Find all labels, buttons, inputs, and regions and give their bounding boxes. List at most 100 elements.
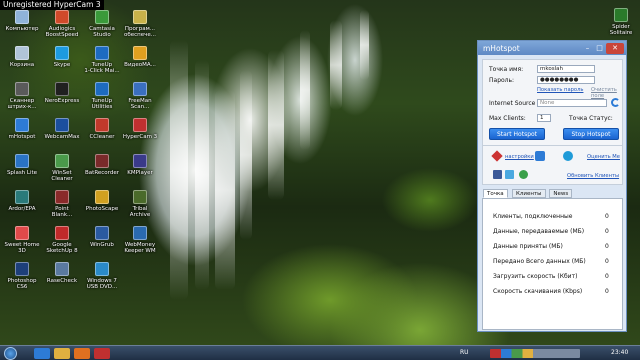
- explorer-icon[interactable]: [54, 348, 70, 359]
- desktop-app-icon: [95, 226, 109, 240]
- tab-news[interactable]: News: [549, 189, 573, 198]
- desktop-app-icon: [55, 82, 69, 96]
- desktop-app-icon: [95, 262, 109, 276]
- desktop-app-icon: [15, 190, 29, 204]
- desktop-icon-label: CCleaner: [89, 134, 115, 140]
- stat-value: 0: [605, 288, 609, 295]
- update-clients-link[interactable]: Обновить Клиенты: [567, 173, 619, 179]
- links-panel: настройки Оценить Ме Обновить Клиенты: [482, 145, 623, 185]
- desktop-app-icon: [15, 262, 29, 276]
- desktop-app-icon: [95, 82, 109, 96]
- clear-field-link[interactable]: Очистить поле: [591, 87, 622, 99]
- tab-clients[interactable]: Клиенты: [512, 189, 546, 198]
- desktop-icon[interactable]: Skype: [40, 46, 84, 82]
- desktop-icon-label: Ardor/EPA: [8, 206, 36, 212]
- desktop-app-icon: [15, 154, 29, 168]
- desktop-icon[interactable]: Audiogics BoostSpeed: [40, 10, 84, 46]
- language-indicator[interactable]: RU: [460, 349, 469, 356]
- desktop-icon[interactable]: HyperCam 3: [118, 118, 162, 154]
- desktop-icon[interactable]: Point Blank...: [40, 190, 84, 226]
- desktop-app-icon: [95, 118, 109, 132]
- desktop-icon[interactable]: Компьютер: [0, 10, 44, 46]
- desktop-icon[interactable]: KMPlayer: [118, 154, 162, 190]
- desktop-icon-spider-solitaire[interactable]: Spider Solitaire: [604, 8, 638, 44]
- desktop-icon-label: WebMoney Keeper WM: [124, 242, 156, 254]
- desktop-icon[interactable]: NeroExpress: [40, 82, 84, 118]
- start-button[interactable]: [4, 347, 17, 360]
- desktop-app-icon: [55, 118, 69, 132]
- window-title: mHotspot: [483, 43, 520, 53]
- ie-icon[interactable]: [34, 348, 50, 359]
- desktop-icon-label: Компьютер: [5, 26, 39, 32]
- desktop-app-icon: [95, 154, 109, 168]
- desktop-icon-label: NeroExpress: [44, 98, 80, 104]
- desktop-icon-label: TuneUp Utilities: [91, 98, 113, 110]
- desktop-icon-label: Photoshop CS6: [7, 278, 37, 290]
- desktop-icon[interactable]: Ardor/EPA: [0, 190, 44, 226]
- desktop-app-icon: [15, 226, 29, 240]
- desktop-icon[interactable]: Програм... обеспече...: [118, 10, 162, 46]
- max-clients-stepper[interactable]: 1: [537, 114, 551, 122]
- minimize-button[interactable]: –: [582, 43, 593, 53]
- maximize-button[interactable]: □: [594, 43, 605, 53]
- desktop-icon[interactable]: Корзина: [0, 46, 44, 82]
- stat-value: 0: [605, 228, 609, 235]
- desktop-icon-label: PhotoScape: [85, 206, 119, 212]
- close-button[interactable]: ✕: [606, 42, 624, 54]
- desktop-icon[interactable]: mHotspot: [0, 118, 44, 154]
- desktop-icon[interactable]: RaseCheck: [40, 262, 84, 298]
- desktop-icon[interactable]: Tribal Archive: [118, 190, 162, 226]
- desktop-icon[interactable]: WinSet Cleaner: [40, 154, 84, 190]
- desktop-icon[interactable]: FreeMan Scan...: [118, 82, 162, 118]
- hotspot-name-field[interactable]: mkoslah: [537, 65, 595, 73]
- twitter-icon[interactable]: [505, 170, 514, 179]
- desktop-icon-label: ВидеоМА...: [124, 62, 156, 68]
- desktop-app-icon: [95, 46, 109, 60]
- desktop-icon[interactable]: WebcamMax: [40, 118, 84, 154]
- desktop-icon[interactable]: Splash Lite: [0, 154, 44, 190]
- password-field[interactable]: ●●●●●●●●: [537, 76, 595, 84]
- spider-solitaire-icon: [614, 8, 628, 22]
- desktop-icon-label: Windows 7 USB DVD...: [86, 278, 118, 290]
- desktop-app-icon: [15, 82, 29, 96]
- desktop-app-icon: [55, 190, 69, 204]
- internet-source-label: Internet Source: [489, 100, 536, 107]
- tab-hotspot[interactable]: Точка: [483, 189, 508, 198]
- window-titlebar[interactable]: mHotspot – □ ✕: [478, 41, 626, 55]
- desktop-icon-label: FreeMan Scan...: [128, 98, 152, 110]
- desktop-icon[interactable]: ВидеоМА...: [118, 46, 162, 82]
- rate-link[interactable]: Оценить Ме: [587, 154, 620, 160]
- mhotspot-window: mHotspot – □ ✕ Точка имя: mkoslah Пароль…: [477, 40, 627, 332]
- settings-link[interactable]: настройки: [505, 154, 534, 160]
- desktop-icon[interactable]: Windows 7 USB DVD...: [80, 262, 124, 298]
- desktop-icon[interactable]: WebMoney Keeper WM: [118, 226, 162, 262]
- stat-label: Загрузить скорость (Кбит): [493, 273, 578, 280]
- settings-gear-icon[interactable]: [563, 151, 573, 161]
- hotspot-name-label: Точка имя:: [489, 66, 524, 73]
- stat-label: Передано Всего данных (МБ): [493, 258, 586, 265]
- refresh-icon[interactable]: [611, 98, 620, 107]
- start-hotspot-button[interactable]: Start Hotspot: [489, 128, 545, 140]
- desktop-app-icon: [15, 46, 29, 60]
- desktop-icon-label: Корзина: [9, 62, 35, 68]
- media-player-icon[interactable]: [74, 348, 90, 359]
- desktop-icon[interactable]: Google SketchUp 8: [40, 226, 84, 262]
- tray-icons[interactable]: [490, 349, 580, 358]
- wifi-icon[interactable]: [535, 151, 545, 161]
- help-icon[interactable]: [519, 170, 528, 179]
- desktop-icon-label: Sweet Home 3D: [4, 242, 40, 254]
- desktop-icon-label: WinGrub: [90, 242, 114, 248]
- internet-source-select[interactable]: None: [537, 99, 607, 107]
- hypercam-taskbar-icon[interactable]: [94, 348, 110, 359]
- desktop-icon-label: Tribal Archive: [129, 206, 151, 218]
- hypercam-watermark: Unregistered HyperCam 3: [0, 0, 104, 10]
- facebook-icon[interactable]: [493, 170, 502, 179]
- desktop-icon-label: mHotspot: [8, 134, 36, 140]
- desktop-icon-label: Splash Lite: [6, 170, 38, 176]
- desktop-icon[interactable]: Сканнер штрих-к...: [0, 82, 44, 118]
- stop-hotspot-button[interactable]: Stop Hotspot: [563, 128, 619, 140]
- desktop-icon[interactable]: Photoshop CS6: [0, 262, 44, 298]
- show-password-link[interactable]: Показать пароль: [537, 87, 583, 93]
- desktop-icon-label: HyperCam 3: [122, 134, 158, 140]
- desktop-icon[interactable]: Sweet Home 3D: [0, 226, 44, 262]
